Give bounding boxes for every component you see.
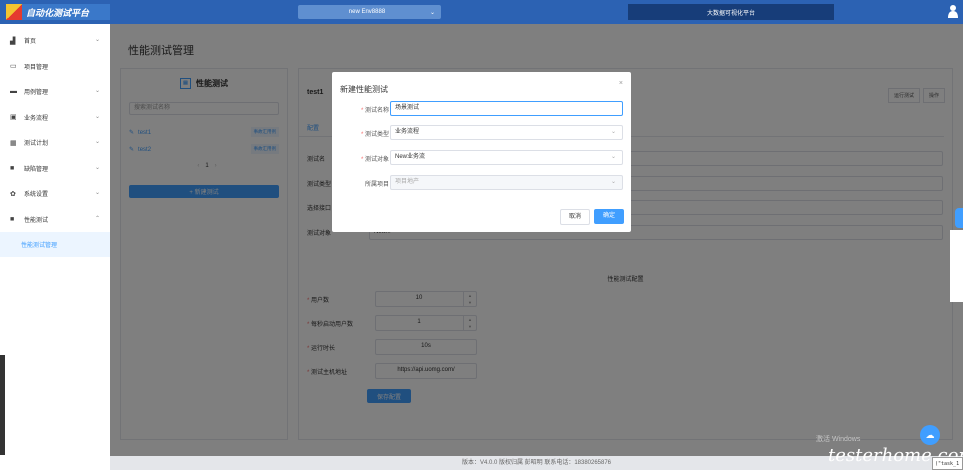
sidebar-item-bugs[interactable]: ■ 缺陷管理 ⌄ <box>0 156 110 182</box>
chevron-down-icon: ⌄ <box>610 179 616 185</box>
sidebar-item-projects[interactable]: ▭ 项目管理 <box>0 54 110 80</box>
field-label: * 测试对象 <box>360 157 389 163</box>
cloud-icon[interactable]: ☁ <box>920 425 940 445</box>
sidebar-item-label: 业务流程 <box>24 115 49 122</box>
window-icon: ▭ <box>10 63 17 71</box>
sidebar-item-label: 缺陷管理 <box>24 166 49 173</box>
chevron-down-icon: ⌄ <box>94 113 100 120</box>
bar-chart-icon: ▟ <box>10 37 16 45</box>
top-bar: 自动化测试平台 new Env8888 ⌄ 大数据可视化平台 <box>0 0 963 24</box>
suitcase-icon: ▣ <box>10 114 17 122</box>
chevron-down-icon: ⌄ <box>94 164 100 171</box>
test-object-select[interactable]: New业务流 ⌄ <box>390 150 623 165</box>
bigscreen-button[interactable]: 大数据可视化平台 <box>628 4 834 20</box>
chevron-down-icon: ⌄ <box>429 9 435 16</box>
new-test-dialog: 新建性能测试 × * 测试名称 场景测试 * 测试类型 业务流程 ⌄ * 测试对象… <box>332 72 631 232</box>
cancel-button[interactable]: 取消 <box>560 209 590 225</box>
chevron-down-icon: ⌄ <box>610 129 616 135</box>
sidebar-item-label: 性能测试 <box>24 217 49 224</box>
sidebar-item-label: 用例管理 <box>24 90 49 97</box>
environment-select[interactable]: new Env8888 ⌄ <box>298 5 441 19</box>
select-value: New业务流 <box>395 154 426 160</box>
chevron-down-icon: ⌄ <box>94 190 100 196</box>
left-edge-strip <box>0 355 5 455</box>
logo-text: 自动化测试平台 <box>26 7 90 18</box>
environment-value: new Env8888 <box>348 9 386 15</box>
sidebar-item-settings[interactable]: ✿ 系统设置 ⌄ <box>0 181 110 207</box>
field-label: * 测试类型 <box>360 132 389 138</box>
chevron-down-icon: ⌄ <box>94 88 100 94</box>
chevron-down-icon: ⌄ <box>94 37 100 43</box>
app-logo[interactable]: 自动化测试平台 <box>6 4 110 20</box>
user-icon[interactable] <box>948 4 958 18</box>
test-type-select[interactable]: 业务流程 ⌄ <box>390 125 623 140</box>
briefcase-icon: ▬ <box>10 88 17 96</box>
form-row-name: * 测试名称 场景测试 <box>332 101 631 117</box>
sidebar-item-label: 项目管理 <box>24 64 49 71</box>
sidebar-item-cases[interactable]: ▬ 用例管理 ⌄ <box>0 79 110 105</box>
dialog-title: 新建性能测试 <box>340 85 388 94</box>
task-label: ("task_1 <box>932 457 963 470</box>
logo-mark-icon <box>6 4 22 20</box>
chevron-down-icon: ⌄ <box>94 139 100 145</box>
form-row-type: * 测试类型 业务流程 ⌄ <box>332 125 631 141</box>
gear-icon: ✿ <box>10 190 16 198</box>
right-edge-panel <box>950 230 963 302</box>
form-row-project: 所属项目 项目地产 ⌄ <box>332 175 631 191</box>
sidebar-item-plans[interactable]: ▦ 测试计划 ⌄ <box>0 130 110 156</box>
sidebar-item-label: 系统设置 <box>24 192 49 199</box>
sidebar-item-performance[interactable]: ■ 性能测试 ⌃ <box>0 207 110 233</box>
sidebar-item-label: 测试计划 <box>24 141 49 148</box>
sidebar-subitem-performance-management[interactable]: 性能测试管理 <box>0 232 110 257</box>
windows-watermark: 激活 Windows <box>816 436 861 443</box>
chevron-down-icon: ⌄ <box>610 154 616 160</box>
bug-icon: ■ <box>10 164 15 172</box>
project-select[interactable]: 项目地产 ⌄ <box>390 175 623 190</box>
field-label: * 测试名称 <box>360 108 389 114</box>
close-icon[interactable]: × <box>619 80 623 87</box>
chart-icon: ■ <box>10 215 15 223</box>
form-row-object: * 测试对象 New业务流 ⌄ <box>332 150 631 166</box>
sidebar-item-home[interactable]: ▟ 首页 ⌄ <box>0 28 110 54</box>
field-label: 所属项目 <box>364 182 389 188</box>
select-value: 项目地产 <box>395 179 420 185</box>
sidebar: ▟ 首页 ⌄ ▭ 项目管理 ▬ 用例管理 ⌄ ▣ 业务流程 ⌄ ▦ 测试计划 ⌄ ■ 缺陷管理 ⌄ ✿… <box>0 24 110 470</box>
select-value: 业务流程 <box>395 129 420 135</box>
test-name-input[interactable]: 场景测试 <box>390 101 623 116</box>
sidebar-item-label: 首页 <box>24 39 37 46</box>
chevron-up-icon: ⌃ <box>94 215 100 222</box>
confirm-button[interactable]: 确定 <box>594 209 624 224</box>
side-drawer-tab[interactable] <box>955 208 963 228</box>
calendar-icon: ▦ <box>10 139 17 147</box>
sidebar-item-flows[interactable]: ▣ 业务流程 ⌄ <box>0 105 110 131</box>
